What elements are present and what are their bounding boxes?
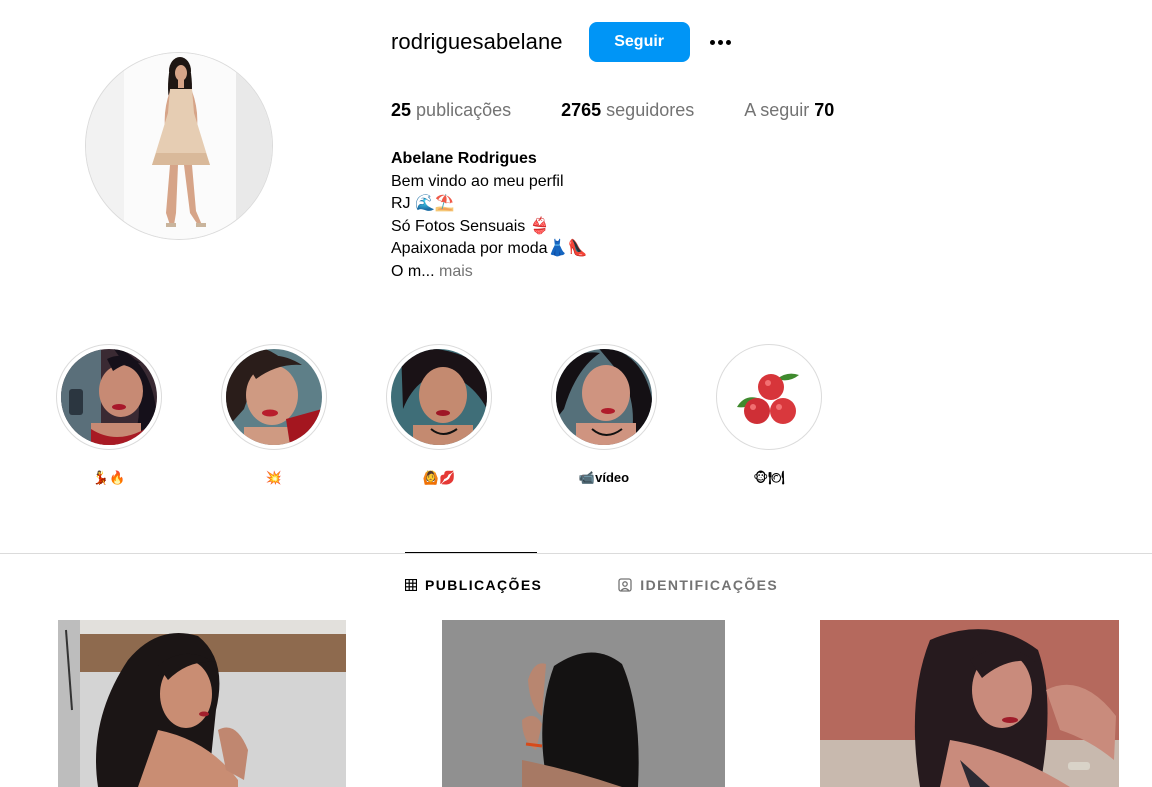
grid-icon <box>405 579 417 591</box>
highlight-label: 💥 <box>265 470 283 485</box>
highlight-label: 💃🔥 <box>92 470 126 485</box>
bio-line: O m... <box>391 262 435 280</box>
highlight-cover-ring <box>56 344 162 450</box>
highlight-cover-ring <box>221 344 327 450</box>
highlight-cover-ring <box>551 344 657 450</box>
bio-line: RJ 🌊⛱️ <box>391 195 455 212</box>
profile-tabs: PUBLICAÇÕES IDENTIFICAÇÕES <box>405 577 854 593</box>
posts-label: publicações <box>416 100 512 120</box>
tab-identificacoes[interactable]: IDENTIFICAÇÕES <box>618 577 778 593</box>
followers-count: 2765 <box>561 100 602 120</box>
post-image <box>820 620 1119 787</box>
more-horizontal-icon[interactable] <box>706 22 736 62</box>
profile-avatar[interactable] <box>85 52 273 240</box>
tab-publicacoes[interactable]: PUBLICAÇÕES <box>405 577 542 593</box>
avatar-photo <box>86 53 272 239</box>
highlight-cover-image <box>721 349 817 445</box>
bio-line: Bem vindo ao meu perfil <box>391 172 564 190</box>
posts-count-stat: 25 publicações <box>391 100 511 121</box>
profile-header-row: rodriguesabelane Seguir <box>391 22 736 62</box>
highlight-cover-image <box>226 349 322 445</box>
profile-stats: 25 publicações 2765 seguidores A seguir … <box>391 100 884 121</box>
highlight-item[interactable]: 🙆💋 <box>386 344 492 486</box>
highlight-item[interactable]: 📹vídeo <box>551 344 657 486</box>
tab-label: IDENTIFICAÇÕES <box>640 577 779 593</box>
post-image <box>58 620 346 787</box>
following-count: 70 <box>814 100 835 120</box>
post-thumbnail[interactable] <box>820 620 1119 787</box>
post-thumbnail[interactable] <box>442 620 725 787</box>
profile-username: rodriguesabelane <box>391 29 563 54</box>
followers-label: seguidores <box>606 100 695 120</box>
highlight-item[interactable]: 💃🔥 <box>56 344 162 486</box>
highlight-cover-image <box>61 349 157 445</box>
bio-line: Apaixonada por moda👗👠 <box>391 240 588 257</box>
follow-button[interactable]: Seguir <box>588 22 690 62</box>
tagged-user-icon <box>618 578 632 592</box>
highlight-cover-ring <box>386 344 492 450</box>
profile-bio: Abelane Rodrigues Bem vindo ao meu perfi… <box>391 148 587 283</box>
post-thumbnail[interactable] <box>58 620 346 787</box>
highlight-label: 🙆💋 <box>422 470 456 485</box>
post-image <box>442 620 725 787</box>
following-stat[interactable]: A seguir 70 <box>744 100 834 121</box>
active-tab-indicator <box>405 552 537 553</box>
highlight-cover-image <box>391 349 487 445</box>
bio-line-truncated: O m... mais <box>391 261 587 284</box>
bio-line: Só Fotos Sensuais 👙 <box>391 217 550 235</box>
highlight-item[interactable]: 🐵🍽 <box>716 344 822 486</box>
highlight-label: 📹vídeo <box>578 470 630 485</box>
profile-full-name: Abelane Rodrigues <box>391 150 537 167</box>
section-divider <box>0 553 1152 554</box>
posts-count: 25 <box>391 100 412 120</box>
tab-label: PUBLICAÇÕES <box>425 577 543 593</box>
highlight-label: 🐵🍽 <box>753 470 785 485</box>
highlight-cover-ring <box>716 344 822 450</box>
followers-stat[interactable]: 2765 seguidores <box>561 100 694 121</box>
highlight-item[interactable]: 💥 <box>221 344 327 486</box>
bio-more-link[interactable]: mais <box>439 263 473 280</box>
following-label: A seguir <box>744 100 810 120</box>
story-highlights: 💃🔥 💥 🙆💋 📹vídeo 🐵🍽 <box>56 344 881 486</box>
highlight-cover-image <box>556 349 652 445</box>
